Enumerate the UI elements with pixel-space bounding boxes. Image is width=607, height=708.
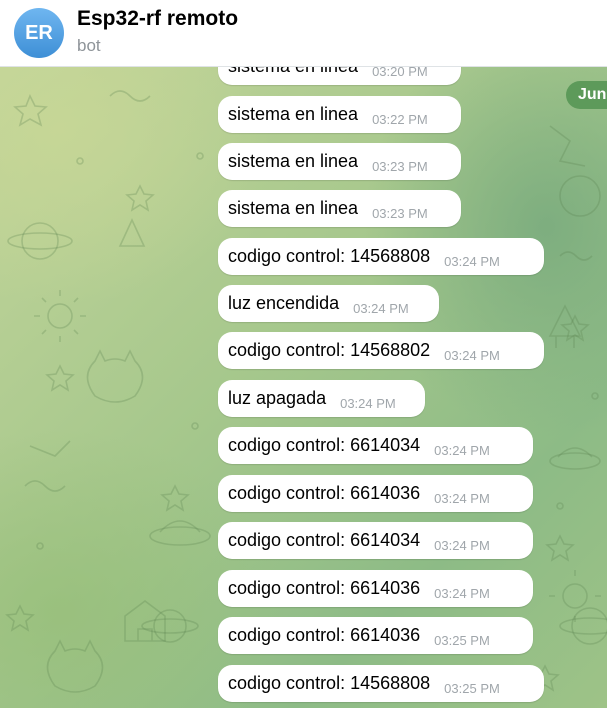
message-time: 03:24 PM: [434, 538, 490, 553]
message-text: luz encendida: [228, 293, 340, 313]
message-text: sistema en linea: [228, 66, 359, 76]
message-text: codigo control: 14568802: [228, 340, 431, 360]
chat-subtitle: bot: [77, 36, 101, 55]
message-bubble[interactable]: sistema en linea 03:23 PM: [218, 190, 461, 227]
message-time: 03:23 PM: [372, 206, 428, 221]
message-time: 03:24 PM: [444, 348, 500, 363]
message-bubble[interactable]: codigo control: 6614034 03:24 PM: [218, 522, 533, 559]
message-text: codigo control: 14568808: [228, 246, 431, 266]
message-bubble[interactable]: sistema en linea 03:23 PM: [218, 143, 461, 180]
message-time: 03:24 PM: [340, 396, 396, 411]
message-bubble[interactable]: luz apagada 03:24 PM: [218, 380, 425, 417]
message-time: 03:24 PM: [444, 254, 500, 269]
message-text: codigo control: 6614034: [228, 435, 421, 455]
message-bubble[interactable]: codigo control: 6614036 03:24 PM: [218, 475, 533, 512]
message-text: sistema en linea: [228, 198, 359, 218]
message-text: codigo control: 6614036: [228, 578, 421, 598]
message-text: sistema en linea: [228, 151, 359, 171]
chat-title: Esp32-rf remoto: [77, 7, 239, 30]
avatar[interactable]: ER: [14, 8, 64, 58]
message-time: 03:20 PM: [372, 66, 428, 79]
chat-area[interactable]: June sistema en linea 03:20 PM sistema e…: [0, 66, 607, 708]
message-time: 03:24 PM: [353, 301, 409, 316]
message-text: codigo control: 6614034: [228, 530, 421, 550]
chat-header[interactable]: ER Esp32-rf remoto bot: [0, 0, 607, 67]
message-time: 03:25 PM: [444, 681, 500, 696]
message-bubble[interactable]: codigo control: 6614036 03:25 PM: [218, 617, 533, 654]
message-bubble[interactable]: codigo control: 6614034 03:24 PM: [218, 427, 533, 464]
message-text: sistema en linea: [228, 104, 359, 124]
message-text: codigo control: 6614036: [228, 483, 421, 503]
message-bubble[interactable]: luz encendida 03:24 PM: [218, 285, 439, 322]
message-text: codigo control: 14568808: [228, 673, 431, 693]
message-time: 03:24 PM: [434, 586, 490, 601]
message-bubble[interactable]: codigo control: 6614036 03:24 PM: [218, 570, 533, 607]
message-time: 03:24 PM: [434, 491, 490, 506]
message-bubble[interactable]: codigo control: 14568802 03:24 PM: [218, 332, 544, 369]
message-bubble[interactable]: codigo control: 14568808 03:25 PM: [218, 665, 544, 702]
message-bubble[interactable]: sistema en linea 03:20 PM: [218, 66, 461, 85]
message-text: codigo control: 6614036: [228, 625, 421, 645]
message-time: 03:22 PM: [372, 112, 428, 127]
message-time: 03:23 PM: [372, 159, 428, 174]
message-time: 03:25 PM: [434, 633, 490, 648]
date-badge: June: [566, 81, 607, 109]
message-time: 03:24 PM: [434, 443, 490, 458]
message-text: luz apagada: [228, 388, 327, 408]
message-bubble[interactable]: codigo control: 14568808 03:24 PM: [218, 238, 544, 275]
message-bubble[interactable]: sistema en linea 03:22 PM: [218, 96, 461, 133]
